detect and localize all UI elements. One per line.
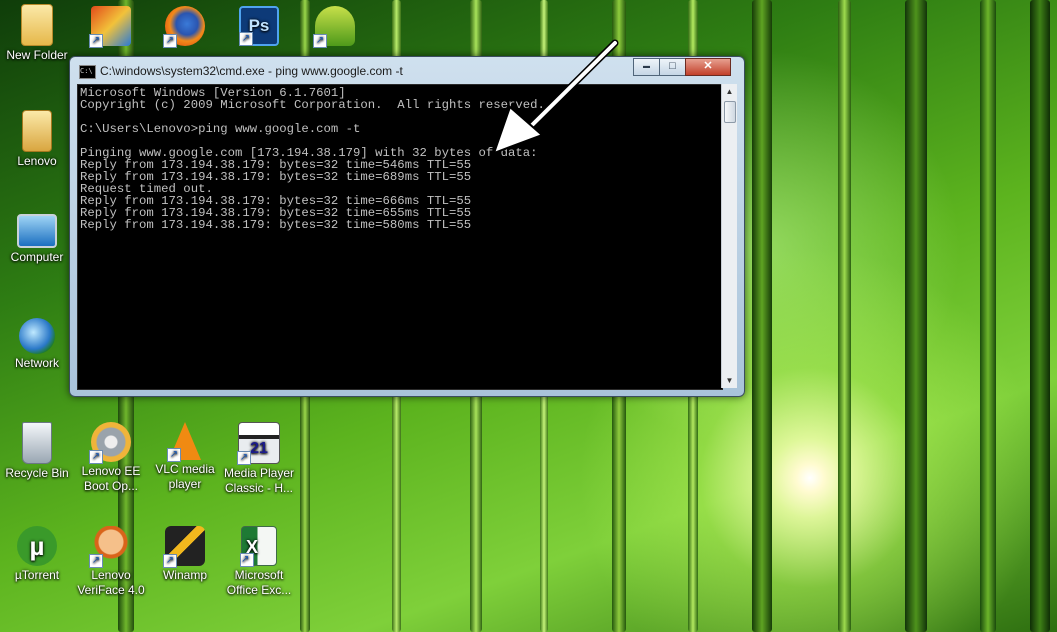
- shortcut-arrow-icon: ↗: [240, 553, 254, 567]
- desktop-icon-label: Winamp: [162, 568, 207, 582]
- desktop-icon-label: µTorrent: [14, 568, 60, 582]
- desktop-icon-label: Lenovo EE Boot Op...: [81, 464, 141, 493]
- desktop-icon-label: Lenovo VeriFace 4.0: [77, 568, 145, 597]
- excel-icon: X ↗: [240, 526, 277, 567]
- bamboo-stalk: [752, 0, 772, 632]
- shortcut-arrow-icon: ↗: [89, 34, 103, 48]
- desktop-icon-lenovo[interactable]: Lenovo: [0, 110, 74, 169]
- shortcut-arrow-icon: ↗: [163, 554, 177, 568]
- desktop-icon-recycle-bin[interactable]: Recycle Bin: [0, 422, 74, 481]
- scroll-down-arrow-icon[interactable]: ▼: [722, 373, 737, 388]
- shortcut-arrow-icon: ↗: [89, 554, 103, 568]
- console-line: C:\Users\Lenovo>ping www.google.com -t: [80, 122, 361, 136]
- firefox-icon: ↗: [163, 6, 205, 48]
- desktop-icon-winamp[interactable]: ↗ Winamp: [148, 526, 222, 583]
- desktop-icon-label: Computer: [10, 250, 64, 264]
- gear-icon: ↗: [89, 422, 131, 464]
- cmd-window[interactable]: C:\ C:\windows\system32\cmd.exe - ping w…: [69, 56, 745, 397]
- recycle-bin-icon: [22, 422, 52, 464]
- cmd-icon: C:\: [79, 65, 96, 79]
- shortcut-arrow-icon: ↗: [313, 34, 327, 48]
- desktop-icon-lenovo-veriface[interactable]: ↗ Lenovo VeriFace 4.0: [74, 526, 148, 598]
- bamboo-stalk: [1030, 0, 1050, 632]
- console-line: Copyright (c) 2009 Microsoft Corporation…: [80, 98, 545, 112]
- desktop-icon-label: Recycle Bin: [5, 466, 69, 480]
- desktop-icon-media-player-classic[interactable]: 21 ↗ Media Player Classic - H...: [222, 422, 296, 496]
- scrollbar-thumb[interactable]: [724, 101, 736, 123]
- window-title: C:\windows\system32\cmd.exe - ping www.g…: [100, 64, 403, 78]
- user-folder-icon: [22, 110, 52, 152]
- shortcut-arrow-icon: ↗: [167, 448, 181, 462]
- desktop-icon-installer[interactable]: ↗: [298, 6, 372, 48]
- desktop-icon-lenovo-ee-boot[interactable]: ↗ Lenovo EE Boot Op...: [74, 422, 148, 494]
- desktop-icon-photoshop[interactable]: Ps ↗: [222, 6, 296, 48]
- winamp-bolt-icon: ↗: [163, 526, 205, 568]
- face-lock-icon: ↗: [89, 526, 131, 568]
- shortcut-arrow-icon: ↗: [89, 450, 103, 464]
- desktop-icon-label: New Folder: [6, 48, 68, 62]
- window-titlebar[interactable]: C:\ C:\windows\system32\cmd.exe - ping w…: [70, 57, 744, 83]
- desktop-icon-label: Network: [14, 356, 59, 370]
- maximize-button[interactable]: □: [659, 58, 686, 76]
- close-button[interactable]: ✕: [685, 58, 731, 76]
- console-line: Reply from 173.194.38.179: bytes=32 time…: [80, 218, 472, 232]
- installer-shield-icon: ↗: [313, 6, 355, 48]
- bamboo-stalk: [838, 0, 851, 632]
- desktop-icon-utorrent[interactable]: µ µTorrent: [0, 526, 74, 583]
- desktop-icon-network[interactable]: Network: [0, 318, 74, 371]
- computer-icon: [17, 214, 57, 248]
- app-shortcut-icon: ↗: [89, 6, 131, 48]
- desktop-icon-excel[interactable]: X ↗ Microsoft Office Exc...: [222, 526, 296, 598]
- desktop-icon-vlc[interactable]: ↗ VLC media player: [148, 422, 222, 492]
- photoshop-icon: Ps ↗: [239, 6, 279, 46]
- desktop-icon-computer[interactable]: Computer: [0, 214, 74, 265]
- film-clapper-icon: 21 ↗: [237, 422, 280, 465]
- utorrent-icon: µ: [17, 526, 57, 566]
- desktop-icon-label: Lenovo: [17, 154, 57, 168]
- vlc-cone-icon: ↗: [167, 422, 201, 462]
- minimize-button[interactable]: ▬: [633, 58, 660, 76]
- desktop-icon-label: Media Player Classic - H...: [223, 466, 295, 495]
- annotation-arrow-icon: [492, 39, 619, 155]
- shortcut-arrow-icon: ↗: [163, 34, 177, 48]
- scroll-up-arrow-icon[interactable]: ▲: [722, 84, 737, 99]
- desktop-icon-label: VLC media player: [155, 462, 215, 491]
- desktop-icon-label: Microsoft Office Exc...: [226, 568, 292, 597]
- vertical-scrollbar[interactable]: ▲ ▼: [721, 84, 737, 388]
- bamboo-stalk: [905, 0, 927, 632]
- desktop-icon-app-1[interactable]: ↗: [74, 6, 148, 48]
- desktop-icon-firefox[interactable]: ↗: [148, 6, 222, 48]
- bamboo-stalk: [980, 0, 996, 632]
- desktop-icon-new-folder[interactable]: New Folder: [0, 4, 74, 63]
- network-globe-icon: [19, 318, 55, 354]
- folder-icon: [21, 4, 53, 46]
- shortcut-arrow-icon: ↗: [237, 451, 251, 465]
- shortcut-arrow-icon: ↗: [239, 32, 253, 46]
